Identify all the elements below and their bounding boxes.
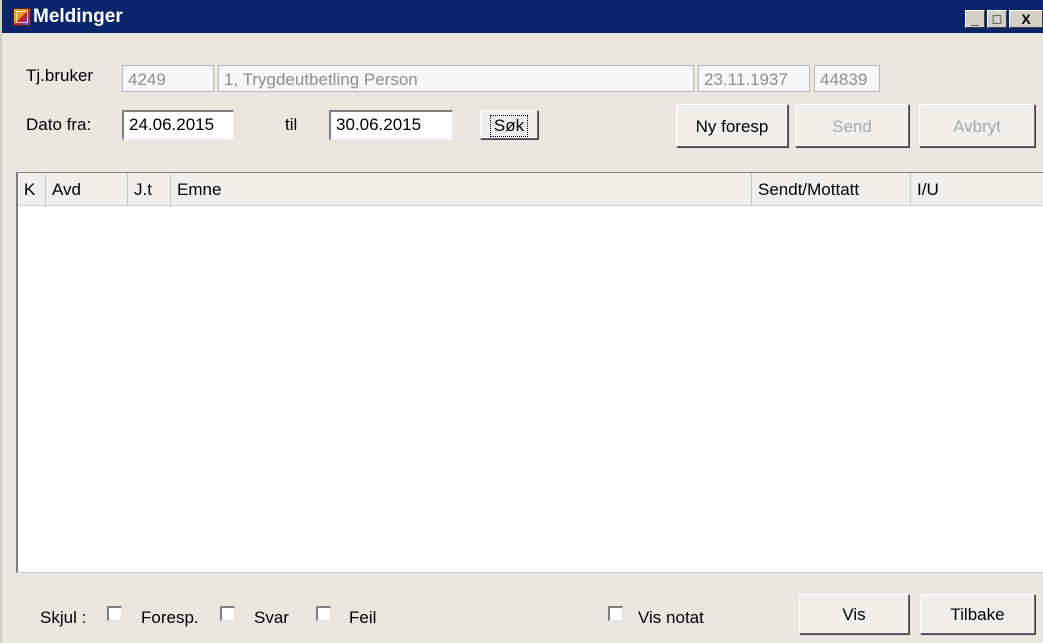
- tjbruker-label: Tj.bruker: [26, 66, 94, 85]
- show-button[interactable]: Vis: [799, 594, 909, 634]
- column-header-jt[interactable]: J.t: [128, 173, 171, 205]
- search-button-label: Søk: [489, 115, 529, 137]
- date-to-label: til: [285, 115, 298, 134]
- send-button[interactable]: Send: [795, 104, 909, 147]
- title-bar[interactable]: Meldinger _ □ X: [2, 0, 1043, 33]
- date-from-input[interactable]: 24.06.2015: [122, 110, 234, 140]
- user-name-field: 1, Trygdeutbetling Person: [218, 65, 694, 92]
- maximize-button[interactable]: □: [987, 10, 1007, 28]
- hide-label: Skjul :: [40, 608, 87, 627]
- search-button[interactable]: Søk: [480, 110, 538, 139]
- back-button[interactable]: Tilbake: [920, 594, 1035, 634]
- date-from-label: Dato fra:: [26, 115, 92, 134]
- hide-errors-label: Feil: [349, 608, 377, 627]
- cancel-button[interactable]: Avbryt: [919, 104, 1035, 147]
- hide-requests-label: Foresp.: [141, 608, 199, 627]
- hide-errors-checkbox[interactable]: [316, 606, 331, 621]
- column-header-k[interactable]: K: [18, 173, 46, 205]
- table-header: K Avd J.t Emne Sendt/Mottatt I/U: [18, 173, 1043, 206]
- column-header-sendt-mottatt[interactable]: Sendt/Mottatt: [752, 173, 911, 205]
- new-request-button[interactable]: Ny foresp: [676, 104, 788, 147]
- hide-replies-label: Svar: [254, 608, 289, 627]
- column-header-avd[interactable]: Avd: [46, 173, 128, 205]
- user-id-field: 4249: [122, 65, 214, 92]
- messages-table[interactable]: K Avd J.t Emne Sendt/Mottatt I/U: [16, 172, 1043, 573]
- hide-replies-checkbox[interactable]: [220, 606, 235, 621]
- hide-requests-checkbox[interactable]: [107, 606, 122, 621]
- column-header-emne[interactable]: Emne: [171, 173, 752, 205]
- window-title: Meldinger: [33, 6, 123, 27]
- messages-window: Meldinger _ □ X Tj.bruker 4249 1, Trygde…: [0, 0, 1043, 643]
- date-to-input[interactable]: 30.06.2015: [329, 110, 453, 140]
- minimize-button[interactable]: _: [965, 10, 985, 28]
- user-code-field: 44839: [814, 65, 880, 92]
- show-note-label: Vis notat: [638, 608, 704, 627]
- close-button[interactable]: X: [1009, 10, 1043, 28]
- app-icon: [13, 8, 31, 26]
- show-note-checkbox[interactable]: [608, 606, 623, 621]
- column-header-iu[interactable]: I/U: [911, 173, 1043, 205]
- birth-date-field: 23.11.1937: [698, 65, 810, 92]
